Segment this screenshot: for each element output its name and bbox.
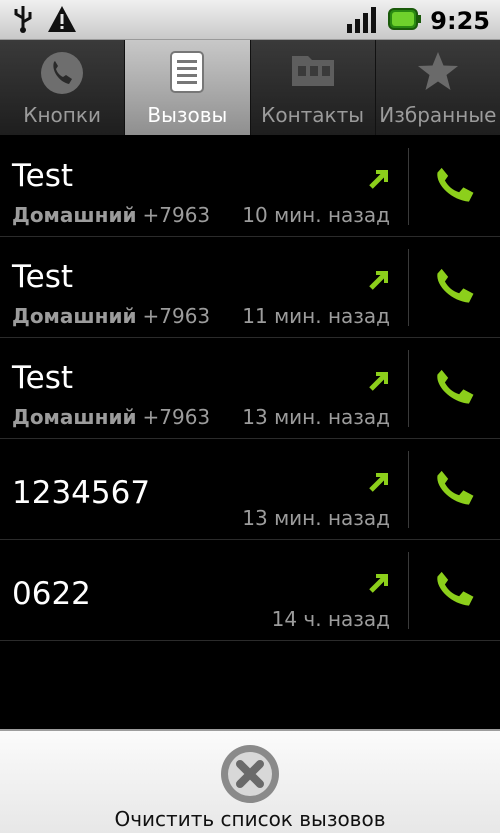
contact-name: 1234567 [12, 475, 151, 511]
battery-icon [388, 7, 422, 35]
number-detail: Домашний +7963 [12, 304, 211, 328]
tab-calls[interactable]: Вызовы [125, 40, 251, 135]
outgoing-call-icon [368, 166, 392, 194]
call-log-item[interactable]: 1234567 13 мин. назад [0, 439, 500, 540]
call-log-item[interactable]: Test Домашний +7963 13 мин. назад [0, 338, 500, 439]
warning-icon [46, 4, 78, 38]
contact-name: Test [12, 259, 74, 295]
clock: 9:25 [430, 7, 490, 35]
call-log-item[interactable]: Test Домашний +7963 10 мин. назад [0, 136, 500, 237]
contact-name: Test [12, 360, 74, 396]
outgoing-call-icon [368, 267, 392, 295]
contacts-icon [290, 50, 336, 94]
tab-contacts[interactable]: Контакты [251, 40, 376, 135]
call-log-item[interactable]: Test Домашний +7963 11 мин. назад [0, 237, 500, 338]
outgoing-call-icon [368, 469, 392, 497]
call-button[interactable] [432, 568, 476, 612]
signal-icon [346, 4, 380, 38]
divider [408, 451, 409, 528]
call-button[interactable] [432, 164, 476, 208]
call-time: 11 мин. назад [242, 304, 390, 328]
star-icon [416, 50, 460, 96]
call-log-list: Test Домашний +7963 10 мин. назад Test До… [0, 136, 500, 641]
number-detail: Домашний +7963 [12, 405, 211, 429]
clear-call-log-button[interactable]: Очистить список вызовов [0, 731, 500, 833]
call-button[interactable] [432, 467, 476, 511]
status-bar: 9:25 [0, 0, 500, 40]
outgoing-call-icon [368, 368, 392, 396]
call-time: 13 мин. назад [242, 506, 390, 530]
divider [408, 350, 409, 427]
call-log-item[interactable]: 0622 14 ч. назад [0, 540, 500, 641]
call-time: 13 мин. назад [242, 405, 390, 429]
tab-favorites[interactable]: Избранные [376, 40, 500, 135]
outgoing-call-icon [368, 570, 392, 598]
options-menu: Очистить список вызовов [0, 729, 500, 833]
call-log-icon [169, 50, 205, 98]
divider [408, 249, 409, 326]
tab-dialer[interactable]: Кнопки [0, 40, 126, 135]
usb-icon [12, 4, 34, 38]
contact-name: 0622 [12, 576, 91, 612]
phone-icon [39, 50, 85, 100]
clear-icon [219, 743, 281, 809]
clear-call-log-label: Очистить список вызовов [114, 807, 386, 831]
tab-bar: Кнопки Вызовы Контакты Избранные [0, 40, 500, 136]
call-time: 14 ч. назад [271, 607, 390, 631]
divider [408, 552, 409, 629]
call-button[interactable] [432, 366, 476, 410]
call-button[interactable] [432, 265, 476, 309]
contact-name: Test [12, 158, 74, 194]
call-time: 10 мин. назад [242, 203, 390, 227]
number-detail: Домашний +7963 [12, 203, 211, 227]
divider [408, 148, 409, 225]
